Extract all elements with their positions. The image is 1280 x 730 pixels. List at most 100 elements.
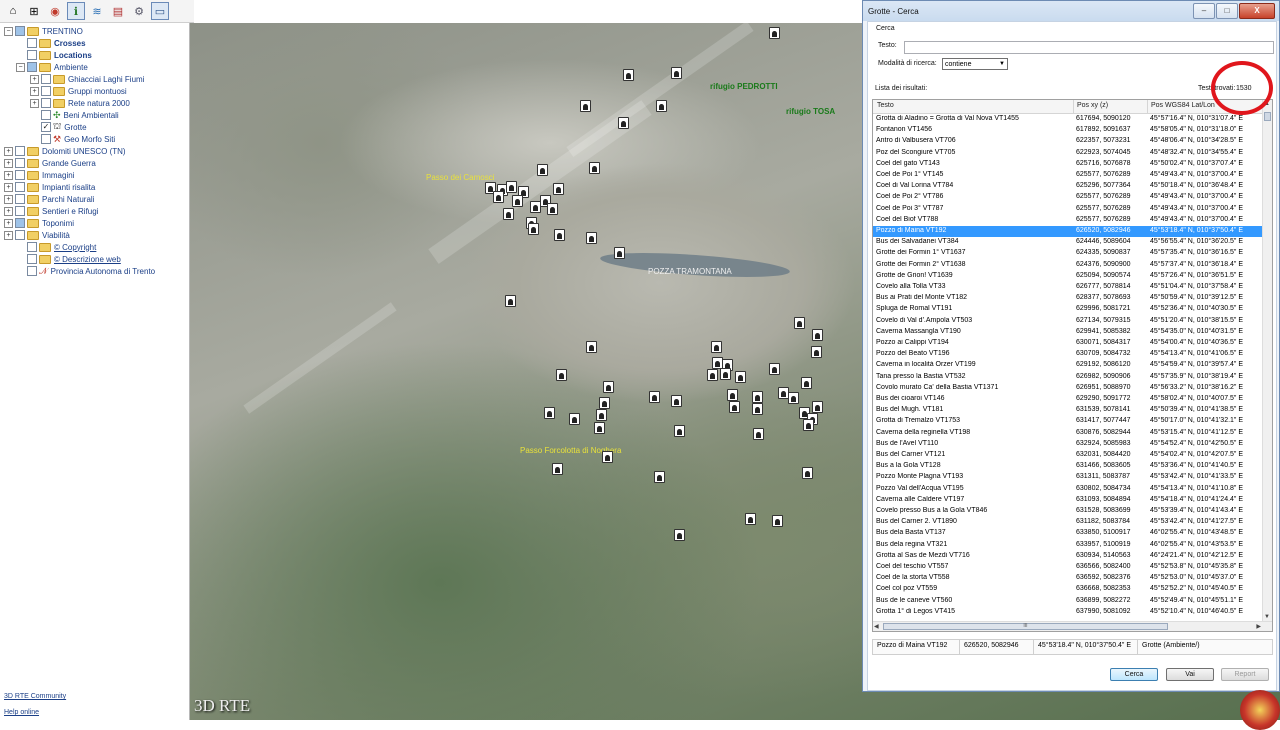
tree-item-viabilita[interactable]: + Viabilità — [4, 229, 70, 241]
search-input[interactable] — [904, 41, 1274, 54]
cave-marker[interactable] — [802, 467, 813, 479]
expand-icon[interactable]: + — [4, 182, 13, 192]
cave-marker[interactable] — [788, 392, 799, 404]
checkbox[interactable] — [27, 266, 37, 276]
checkbox[interactable] — [27, 38, 37, 48]
cave-marker[interactable] — [772, 515, 783, 527]
table-row[interactable]: Grotta di Aladino = Grotta di Val Nova V… — [873, 114, 1262, 125]
grid-icon[interactable]: ⊞ — [25, 2, 43, 20]
target-icon[interactable]: ◉ — [46, 2, 64, 20]
cave-marker[interactable] — [580, 100, 591, 112]
scroll-thumb[interactable] — [1264, 112, 1271, 121]
cave-marker[interactable] — [569, 413, 580, 425]
checkbox[interactable] — [27, 62, 37, 72]
cave-marker[interactable] — [720, 368, 731, 380]
tree-item-toponimi[interactable]: + Toponimi — [4, 217, 74, 229]
tree-item-grotte[interactable]: ✓ ⛫ Grotte — [30, 121, 87, 133]
cave-marker[interactable] — [554, 229, 565, 241]
checkbox[interactable] — [15, 206, 25, 216]
table-row[interactable]: Coel di Val Lorina VT784 625296, 5077364 4… — [873, 181, 1262, 192]
cave-marker[interactable] — [811, 346, 822, 358]
checkbox[interactable] — [41, 86, 51, 96]
cave-marker[interactable] — [493, 191, 504, 203]
table-row[interactable]: Bus a la Gola VT128 631466, 5083605 45°53'… — [873, 461, 1262, 472]
expand-icon[interactable]: + — [4, 158, 13, 168]
tree-item-sentieri[interactable]: + Sentieri e Rifugi — [4, 205, 98, 217]
expand-icon[interactable]: + — [4, 194, 13, 204]
tree-item-copyright[interactable]: © Copyright — [16, 241, 96, 253]
tree-item-rete-natura[interactable]: + Rete natura 2000 — [30, 97, 130, 109]
table-row[interactable]: Coel col poz VT559 636668, 5082353 45°52'5… — [873, 584, 1262, 595]
table-row[interactable]: Caverna alle Caldere VT197 631093, 508489… — [873, 495, 1262, 506]
checkbox[interactable] — [41, 110, 51, 120]
table-row[interactable]: Covelo alla Tolla VT33 626777, 5078814 45°… — [873, 282, 1262, 293]
vertical-scrollbar[interactable]: ▲ ▼ — [1262, 100, 1272, 621]
table-row[interactable]: Coel del teschio VT557 636566, 5082400 45°… — [873, 562, 1262, 573]
scroll-left-icon[interactable]: ◀ — [874, 623, 879, 630]
expand-icon[interactable]: + — [30, 74, 39, 84]
tree-item-ambiente[interactable]: − Ambiente — [16, 61, 88, 73]
tree-item-geo-morfo[interactable]: ⚒ Geo Morfo Siti — [30, 133, 115, 145]
table-row[interactable]: Spluga de Romal VT191 629996, 5081721 45°5… — [873, 304, 1262, 315]
collapse-icon[interactable]: − — [16, 62, 25, 72]
cave-marker[interactable] — [547, 203, 558, 215]
cave-marker[interactable] — [654, 471, 665, 483]
checkbox[interactable] — [27, 242, 37, 252]
cave-marker[interactable] — [618, 117, 629, 129]
table-row[interactable]: Caverna Massangla VT190 629941, 5085382 45… — [873, 327, 1262, 338]
cave-marker[interactable] — [602, 451, 613, 463]
cave-marker[interactable] — [711, 341, 722, 353]
tree-item-impianti[interactable]: + Impianti risalita — [4, 181, 95, 193]
table-row[interactable]: Bus dei Salvadanei VT384 624446, 5089604 4… — [873, 237, 1262, 248]
table-row[interactable]: Caverna della reginella VT198 630876, 508… — [873, 428, 1262, 439]
scroll-right-icon[interactable]: ▶ — [1256, 623, 1261, 630]
checkbox[interactable] — [27, 254, 37, 264]
scroll-down-icon[interactable]: ▼ — [1264, 614, 1270, 620]
cave-marker[interactable] — [803, 419, 814, 431]
close-button[interactable]: X — [1239, 3, 1275, 19]
cave-marker[interactable] — [729, 401, 740, 413]
checkbox[interactable] — [15, 26, 25, 36]
cave-marker[interactable] — [506, 181, 517, 193]
tree-item-crosses[interactable]: Crosses — [16, 37, 86, 49]
expand-icon[interactable]: + — [4, 230, 13, 240]
scroll-thumb[interactable]: III — [883, 623, 1168, 630]
cave-marker[interactable] — [674, 425, 685, 437]
community-link[interactable]: 3D RTE Community — [4, 693, 66, 700]
cave-marker[interactable] — [745, 513, 756, 525]
table-row[interactable]: Caverna in località Orzer VT199 629192, 5… — [873, 360, 1262, 371]
checkbox[interactable] — [15, 182, 25, 192]
checkbox[interactable] — [15, 218, 25, 228]
cerca-button[interactable]: Cerca — [1110, 668, 1158, 681]
collapse-icon[interactable]: − — [4, 26, 13, 36]
tree-item-grande-guerra[interactable]: + Grande Guerra — [4, 157, 96, 169]
cave-marker[interactable] — [735, 371, 746, 383]
layers-icon[interactable]: ≋ — [88, 2, 106, 20]
cave-marker[interactable] — [586, 232, 597, 244]
cave-marker[interactable] — [614, 247, 625, 259]
home-icon[interactable]: ⌂ — [4, 2, 22, 20]
maximize-button[interactable]: □ — [1216, 3, 1238, 19]
expand-icon[interactable]: + — [4, 218, 13, 228]
cave-marker[interactable] — [503, 208, 514, 220]
checkbox[interactable] — [41, 98, 51, 108]
cave-marker[interactable] — [671, 67, 682, 79]
table-row[interactable]: Grotte de Grion! VT1639 625094, 5090574 45… — [873, 271, 1262, 282]
tree-item-dolomiti[interactable]: + Dolomiti UNESCO (TN) — [4, 145, 126, 157]
tree-item-ghiacciai[interactable]: + Ghiacciai Laghi Fiumi — [30, 73, 144, 85]
cave-marker[interactable] — [623, 69, 634, 81]
table-row[interactable]: Coel del Biof VT788 625577, 5076289 45°49'… — [873, 215, 1262, 226]
table-row[interactable]: Coel de Poi 3° VT787 625577, 5076289 45°49… — [873, 204, 1262, 215]
checkbox[interactable] — [15, 146, 25, 156]
cave-marker[interactable] — [753, 428, 764, 440]
horizontal-scrollbar[interactable]: ◀ III ▶ — [873, 621, 1272, 631]
cave-marker[interactable] — [528, 223, 539, 235]
table-row[interactable]: Bus de le caneve VT560 636899, 5082272 45°… — [873, 596, 1262, 607]
expand-icon[interactable]: + — [4, 206, 13, 216]
table-row[interactable]: Bus del Carner 2. VT1890 631182, 5083784 4… — [873, 517, 1262, 528]
column-header-testo[interactable]: Testo — [877, 102, 894, 109]
table-row[interactable]: Coel de la storta VT558 636592, 5082376 45… — [873, 573, 1262, 584]
vai-button[interactable]: Vai — [1166, 668, 1214, 681]
cave-marker[interactable] — [594, 422, 605, 434]
table-row[interactable]: Pozzo ai Calippi VT194 630071, 5084317 45°… — [873, 338, 1262, 349]
